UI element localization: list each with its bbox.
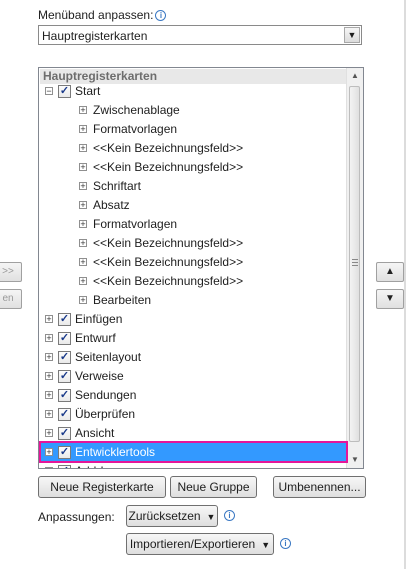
chevron-down-icon[interactable]: ▼ [344,27,360,43]
expand-icon[interactable]: + [79,296,87,305]
expand-icon[interactable]: + [45,372,53,381]
grip-icon [352,259,358,268]
tree-item-label: Formatvorlagen [93,217,178,231]
import-export-info-icon[interactable]: i [280,538,291,549]
customize-ribbon-label: Menüband anpassen: i [38,8,167,22]
expand-icon[interactable]: + [79,106,87,115]
checkbox-icon[interactable]: ✓ [58,351,71,364]
tree-item-label: Überprüfen [75,407,136,421]
expand-icon[interactable]: + [45,334,53,343]
tree-item-label: Schriftart [93,179,142,193]
tree-item-label: <<Kein Bezeichnungsfeld>> [93,141,244,155]
tree-item-label: <<Kein Bezeichnungsfeld>> [93,160,244,174]
expand-icon[interactable]: + [79,163,87,172]
expand-icon[interactable]: + [45,315,53,324]
ribbon-tabs-dropdown[interactable]: Hauptregisterkarten ▼ [38,25,362,45]
tree-item-label: Zwischenablage [93,103,180,117]
tree-item-label: Start [75,84,101,98]
add-button[interactable]: >> [0,262,22,282]
reset-button[interactable]: Zurücksetzen ▼ [126,505,218,527]
checkbox-icon[interactable]: ✓ [58,85,71,98]
customizations-label: Anpassungen: [38,510,115,524]
dropdown-value: Hauptregisterkarten [42,29,148,43]
checkbox-icon[interactable]: ✓ [58,389,71,402]
tree-item-label: Einfügen [75,312,123,326]
vertical-scrollbar[interactable]: ▲ ▼ [346,68,363,468]
expand-icon[interactable]: + [79,144,87,153]
scroll-up-icon[interactable]: ▲ [348,69,362,83]
expand-icon[interactable]: + [45,353,53,362]
checkbox-icon[interactable]: ✓ [58,313,71,326]
expand-icon[interactable]: + [79,258,87,267]
ribbon-tab-tree[interactable]: Hauptregisterkarten ▲ ▼ − ✓ Start + Zwischen… [38,67,364,469]
expand-icon[interactable]: + [45,429,53,438]
new-tab-button[interactable]: Neue Registerkarte [38,476,166,498]
checkbox-icon[interactable]: ✓ [58,408,71,421]
tree-item-label: Add-Ins [75,462,116,468]
expand-icon[interactable]: + [79,277,87,286]
tree-item-label: <<Kein Bezeichnungsfeld>> [93,274,244,288]
tree-item-label: Entwurf [75,331,116,345]
expand-icon[interactable]: + [79,182,87,191]
expand-icon[interactable]: + [79,239,87,248]
tree-item-label: Absatz [93,198,130,212]
move-up-button[interactable]: ▲ [376,262,404,282]
tree-item-label: Formatvorlagen [93,122,178,136]
move-down-button[interactable]: ▼ [376,289,404,309]
checkbox-icon[interactable]: ✓ [58,465,71,468]
checkbox-icon[interactable]: ✓ [58,370,71,383]
tree-item-label: <<Kein Bezeichnungsfeld>> [93,255,244,269]
checkbox-icon[interactable]: ✓ [58,332,71,345]
tree-item-label: Bearbeiten [93,293,152,307]
tree-item-label: Seitenlayout [75,350,142,364]
expand-icon[interactable]: + [45,410,53,419]
expand-icon[interactable]: + [45,391,53,400]
reset-label: Zurücksetzen [128,509,201,523]
scroll-thumb[interactable] [349,86,360,442]
tree-item-label: Verweise [75,369,124,383]
new-group-button[interactable]: Neue Gruppe [170,476,257,498]
import-export-label: Importieren/Exportieren [129,537,256,551]
window-edge [404,0,406,569]
customize-ribbon-text: Menüband anpassen: [38,8,154,22]
import-export-button[interactable]: Importieren/Exportieren ▼ [126,533,274,555]
info-icon[interactable]: i [155,10,167,21]
chevron-down-icon: ▼ [261,540,271,550]
reset-info-icon[interactable]: i [224,510,235,521]
expand-icon[interactable]: + [45,467,53,468]
checkbox-icon[interactable]: ✓ [58,427,71,440]
collapse-icon[interactable]: − [45,87,53,96]
expand-icon[interactable]: + [79,220,87,229]
expand-icon[interactable]: + [79,201,87,210]
rename-button[interactable]: Umbenennen... [273,476,366,498]
highlight-box [39,441,348,463]
chevron-down-icon: ▼ [206,512,216,522]
tree-item-label: <<Kein Bezeichnungsfeld>> [93,236,244,250]
tree-item-label: Sendungen [75,388,137,402]
scroll-down-icon[interactable]: ▼ [348,453,362,467]
expand-icon[interactable]: + [79,125,87,134]
remove-button[interactable]: en [0,289,22,309]
